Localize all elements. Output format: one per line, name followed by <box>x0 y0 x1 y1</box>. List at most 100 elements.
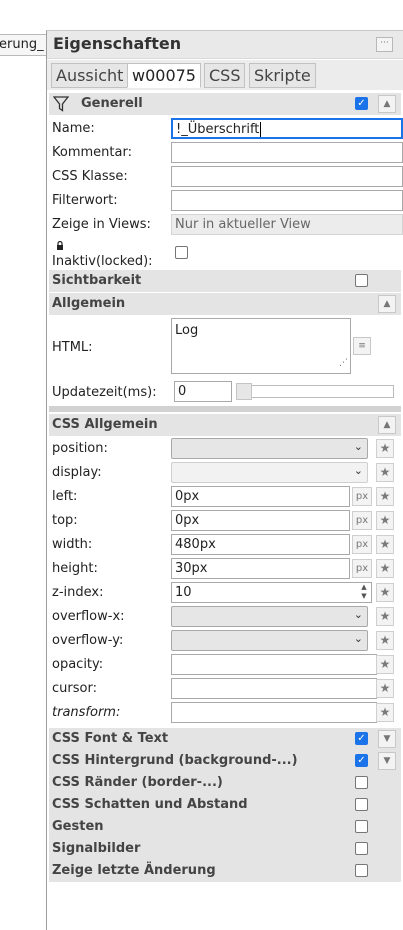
resize-grip-icon: ⋰ <box>339 358 348 368</box>
tab-css[interactable]: CSS <box>204 63 246 88</box>
chevron-down-icon[interactable]: ▼ <box>378 730 396 748</box>
star-icon[interactable]: ★ <box>376 703 394 722</box>
section-allgemein[interactable]: Allgemein <box>49 293 401 315</box>
css-transform-input[interactable] <box>171 702 377 723</box>
css-height-label: height: <box>52 561 98 576</box>
css-opacity-input[interactable] <box>171 654 377 675</box>
css-position-select[interactable]: ⌄ <box>171 438 368 459</box>
section-css-r-nder-border-checkbox[interactable] <box>355 776 368 789</box>
tab-w00075[interactable]: w00075 <box>127 63 201 88</box>
star-icon[interactable]: ★ <box>376 655 394 674</box>
star-icon[interactable]: ★ <box>376 679 394 698</box>
css-width-unit-button[interactable]: px <box>352 535 372 554</box>
section-zeige-letzte-nderung-checkbox[interactable] <box>355 864 368 877</box>
panel-menu-button[interactable]: ··· <box>376 37 393 52</box>
section-css-font-text-checkbox[interactable]: ✓ <box>355 732 368 745</box>
chevron-down-icon[interactable]: ▼ <box>378 752 396 770</box>
panel-title: Eigenschaften <box>53 34 182 53</box>
css-top-label: top: <box>52 513 78 528</box>
chevron-down-icon: ⌄ <box>353 464 363 477</box>
section-sichtbarkeit[interactable]: Sichtbarkeit <box>49 270 401 292</box>
css-cursor-label: cursor: <box>52 681 97 696</box>
star-icon[interactable]: ★ <box>376 607 394 626</box>
filterwort-input[interactable] <box>171 190 403 211</box>
allgemein-collapse-button[interactable]: ▲ <box>378 295 396 313</box>
css-klasse-label: CSS Klasse: <box>52 169 128 184</box>
css-overflow-y-label: overflow-y: <box>52 633 124 648</box>
css-height-unit-button[interactable]: px <box>352 559 372 578</box>
css-klasse-input[interactable] <box>171 166 403 187</box>
section-css-hintergrund-background-checkbox[interactable]: ✓ <box>355 754 368 767</box>
section-gesten-checkbox[interactable] <box>355 820 368 833</box>
editor-icon: ≡ <box>358 341 366 351</box>
left-tab-partial[interactable]: erung_ <box>0 34 47 56</box>
html-textarea[interactable]: Log ⋰ <box>171 318 351 374</box>
section-css-schatten-und-abstand-checkbox[interactable] <box>355 798 368 811</box>
generell-checkbox[interactable]: ✓ <box>355 97 368 110</box>
section-signalbilder-checkbox[interactable] <box>355 842 368 855</box>
tab-skripte[interactable]: Skripte <box>249 63 316 88</box>
css-position-label: position: <box>52 441 108 456</box>
css-z-index-input[interactable]: 10 <box>171 582 372 603</box>
chevron-down-icon: ⌄ <box>353 608 363 621</box>
css-width-input[interactable]: 480px <box>171 534 350 555</box>
views-select[interactable]: Nur in aktueller View <box>171 214 403 235</box>
star-icon[interactable]: ★ <box>376 559 394 578</box>
section-css-r-nder-border[interactable]: CSS Ränder (border-...) <box>49 772 401 794</box>
css-transform-label: transform: <box>52 705 121 720</box>
css-display-select[interactable]: ⌄ <box>171 462 368 483</box>
css-overflow-x-label: overflow-x: <box>52 609 125 624</box>
filterwort-label: Filterwort: <box>52 193 118 208</box>
star-icon[interactable]: ★ <box>376 487 394 506</box>
css-top-input[interactable]: 0px <box>171 510 350 531</box>
star-icon[interactable]: ★ <box>376 439 394 458</box>
css-width-label: width: <box>52 537 93 552</box>
section-css-schatten-und-abstand[interactable]: CSS Schatten und Abstand <box>49 794 401 816</box>
chevron-up-icon: ▲ <box>383 299 391 309</box>
css-allgemein-collapse-button[interactable]: ▲ <box>378 416 396 434</box>
css-overflow-x-select[interactable]: ⌄ <box>171 606 368 627</box>
chevron-down-icon: ⌄ <box>353 440 363 453</box>
generell-collapse-button[interactable]: ▲ <box>378 95 396 113</box>
section-gesten[interactable]: Gesten <box>49 816 401 838</box>
sichtbarkeit-checkbox[interactable] <box>355 274 368 287</box>
section-css-allgemein[interactable]: CSS Allgemein <box>49 414 401 436</box>
star-icon[interactable]: ★ <box>376 535 394 554</box>
spinner-arrows-icon[interactable]: ▲ ▼ <box>358 583 370 602</box>
section-zeige-letzte-nderung[interactable]: Zeige letzte Änderung <box>49 860 401 882</box>
slider-handle[interactable] <box>236 383 252 400</box>
name-input[interactable]: !_Überschrift <box>171 118 403 139</box>
css-height-input[interactable]: 30px <box>171 558 350 579</box>
css-display-label: display: <box>52 465 102 480</box>
star-icon[interactable]: ★ <box>376 511 394 530</box>
tab-aussicht[interactable]: Aussicht <box>51 63 129 88</box>
kommentar-label: Kommentar: <box>52 145 132 160</box>
css-left-unit-button[interactable]: px <box>352 487 372 506</box>
css-overflow-y-select[interactable]: ⌄ <box>171 630 368 651</box>
css-left-input[interactable]: 0px <box>171 486 350 507</box>
filter-icon <box>52 96 70 120</box>
css-top-unit-button[interactable]: px <box>352 511 372 530</box>
inaktiv-label: Inaktiv(locked): <box>52 254 153 269</box>
section-divider <box>49 406 401 412</box>
ellipsis-icon: ··· <box>380 38 389 48</box>
updatezeit-input[interactable]: 0 <box>174 381 232 402</box>
css-z-index-label: z-index: <box>52 585 104 600</box>
star-icon[interactable]: ★ <box>376 631 394 650</box>
kommentar-input[interactable] <box>171 142 403 163</box>
section-css-hintergrund-background[interactable]: CSS Hintergrund (background-...) <box>49 750 401 772</box>
chevron-down-icon: ⌄ <box>353 632 363 645</box>
updatezeit-slider[interactable] <box>236 383 394 400</box>
inaktiv-checkbox[interactable] <box>175 246 188 259</box>
section-signalbilder[interactable]: Signalbilder <box>49 838 401 860</box>
section-css-font-text[interactable]: CSS Font & Text <box>49 728 401 750</box>
css-cursor-input[interactable] <box>171 678 377 699</box>
name-input-value: !_Überschrift <box>176 122 260 137</box>
star-icon[interactable]: ★ <box>376 583 394 602</box>
star-icon[interactable]: ★ <box>376 463 394 482</box>
views-label: Zeige in Views: <box>52 217 151 232</box>
html-editor-button[interactable]: ≡ <box>353 337 371 355</box>
chevron-up-icon: ▲ <box>383 420 391 430</box>
section-generell[interactable]: Generell <box>49 93 401 115</box>
left-tab-label: erung_ <box>0 37 44 52</box>
